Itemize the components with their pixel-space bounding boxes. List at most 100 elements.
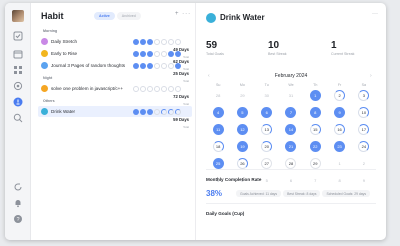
- chip-goals-achieved: Goals Achieved: 11 days: [236, 190, 282, 197]
- sun-icon: [41, 50, 48, 57]
- habit-icon[interactable]: [12, 96, 24, 108]
- checkbox-icon[interactable]: [12, 30, 24, 42]
- calendar-day[interactable]: 18: [206, 141, 230, 152]
- calendar-day[interactable]: 29: [303, 158, 327, 169]
- calendar-day[interactable]: 15: [303, 124, 327, 135]
- svg-text:?: ?: [16, 217, 19, 223]
- calendar-day[interactable]: 27: [255, 158, 279, 169]
- stat-best-streak: 10 Best Streak: [268, 40, 287, 57]
- habit-row[interactable]: Early to Rise 62 Days Total: [38, 48, 192, 71]
- bell-icon[interactable]: [12, 197, 24, 209]
- calendar-day[interactable]: 7: [303, 175, 327, 186]
- calendar-day[interactable]: 1: [303, 90, 327, 101]
- habit-list-panel: Habit Active Archived + ··· Morning Dail…: [31, 3, 196, 240]
- calendar-day[interactable]: 21: [279, 141, 303, 152]
- weekday-label: Su: [215, 83, 221, 87]
- calendar-day[interactable]: 13: [255, 124, 279, 135]
- calendar-day[interactable]: 28: [279, 158, 303, 169]
- weekday-label: We: [288, 83, 294, 87]
- tab-active[interactable]: Active: [94, 12, 115, 20]
- weekday-label: Sa: [361, 83, 367, 87]
- calendar-grid: 28 29 30 31 1 2 3 4 5 6 7 8 9 10 11 12 13 14 15 16 17 18 19 20 2…: [206, 90, 376, 186]
- completion-title: Monthly Completion Rate: [206, 177, 262, 182]
- habit-name: Early to Rise: [51, 51, 78, 56]
- stretch-icon: [41, 38, 48, 45]
- calendar-day[interactable]: 1: [327, 158, 351, 169]
- calendar-day[interactable]: 24: [352, 141, 376, 152]
- divider: [206, 203, 376, 204]
- calendar-day[interactable]: 6: [279, 175, 303, 186]
- list-actions[interactable]: + ···: [175, 11, 191, 17]
- calendar-day[interactable]: 7: [279, 107, 303, 118]
- more-options-icon[interactable]: ···: [372, 11, 378, 17]
- weekday-label: Mo: [239, 83, 245, 87]
- filter-tabs: Active Archived: [94, 12, 141, 22]
- search-icon[interactable]: [12, 112, 24, 124]
- weekday-label: Th: [313, 83, 318, 87]
- habit-days: 72 Days Total: [173, 93, 189, 106]
- calendar-day[interactable]: 8: [303, 107, 327, 118]
- grid-icon[interactable]: [12, 64, 24, 76]
- habit-row[interactable]: Journal 3 Pages of random thoughts 25 Da…: [38, 60, 192, 83]
- focus-icon[interactable]: [12, 80, 24, 92]
- calendar-day[interactable]: 25: [206, 158, 230, 169]
- calendar-day[interactable]: 6: [255, 107, 279, 118]
- calendar-icon[interactable]: [12, 48, 24, 60]
- habit-name: Daily Stretch: [51, 39, 78, 44]
- calendar-day[interactable]: 31: [279, 90, 303, 101]
- habit-name: solve one problem in javascript/c++: [51, 86, 124, 91]
- calendar-day[interactable]: 23: [327, 141, 351, 152]
- calendar-day[interactable]: 12: [230, 124, 254, 135]
- daily-goals-title: Daily Goals (Cup): [206, 211, 245, 216]
- group-label-night: Night: [43, 76, 53, 80]
- habit-name: Drink Water: [51, 109, 76, 114]
- stat-total: 59 Total Goals: [206, 40, 224, 57]
- group-label-morning: Morning: [43, 29, 58, 33]
- calendar-day[interactable]: 2: [352, 158, 376, 169]
- app-window: ? Habit Active Archived + ··· Morning Da…: [5, 3, 386, 240]
- chip-scheduled: Scheduled Goals: 29 days: [322, 190, 371, 197]
- code-icon: [41, 85, 48, 92]
- detail-title: Drink Water: [220, 13, 265, 22]
- calendar-day[interactable]: 30: [255, 90, 279, 101]
- calendar-day[interactable]: 16: [327, 124, 351, 135]
- calendar-day[interactable]: 9: [327, 107, 351, 118]
- help-icon[interactable]: ?: [12, 213, 24, 225]
- stat-current-streak: 1 Current Streak: [331, 40, 355, 57]
- habit-days: 25 Days Total: [173, 70, 189, 83]
- next-month-button[interactable]: ›: [370, 73, 372, 79]
- calendar-day[interactable]: 5: [230, 107, 254, 118]
- calendar-month: February 2024: [274, 73, 308, 79]
- habit-days: 59 Days Total: [173, 116, 189, 129]
- habit-name: Journal 3 Pages of random thoughts: [51, 63, 126, 68]
- water-drop-icon: [41, 108, 48, 115]
- calendar-day[interactable]: 8: [327, 175, 351, 186]
- avatar[interactable]: [12, 10, 24, 22]
- calendar-day[interactable]: 19: [230, 141, 254, 152]
- tab-archived[interactable]: Archived: [116, 12, 141, 20]
- habit-row[interactable]: solve one problem in javascript/c++ 72 D…: [38, 83, 192, 106]
- calendar-day[interactable]: 17: [352, 124, 376, 135]
- calendar-day[interactable]: 14: [279, 124, 303, 135]
- calendar-day[interactable]: 26: [230, 158, 254, 169]
- completion-chips: Goals Achieved: 11 days Best Streak: 8 d…: [236, 190, 371, 197]
- weekday-label: Tu: [264, 83, 269, 87]
- calendar-day[interactable]: 20: [255, 141, 279, 152]
- calendar-day[interactable]: 28: [206, 90, 230, 101]
- calendar-day[interactable]: 3: [352, 90, 376, 101]
- journal-icon: [41, 62, 48, 69]
- calendar-day[interactable]: 29: [230, 90, 254, 101]
- habit-row[interactable]: Daily Stretch 49 Days Total: [38, 36, 192, 59]
- calendar-day[interactable]: 10: [352, 107, 376, 118]
- weekday-label: Fr: [337, 83, 342, 87]
- calendar-day[interactable]: 22: [303, 141, 327, 152]
- calendar-day[interactable]: 9: [352, 175, 376, 186]
- calendar-day[interactable]: 4: [206, 107, 230, 118]
- sync-icon[interactable]: [12, 181, 24, 193]
- icon-rail: ?: [5, 3, 31, 240]
- habit-row-selected[interactable]: Drink Water 59 Days Total: [38, 106, 192, 129]
- weekday-header: Su Mo Tu We Th Fr Sa: [206, 83, 376, 87]
- calendar-day[interactable]: 2: [327, 90, 351, 101]
- calendar-day[interactable]: 11: [206, 124, 230, 135]
- calendar: Su Mo Tu We Th Fr Sa 28 29 30 31 1 2 3 4 5 6 7 8 9 10 11 12 13…: [206, 83, 376, 186]
